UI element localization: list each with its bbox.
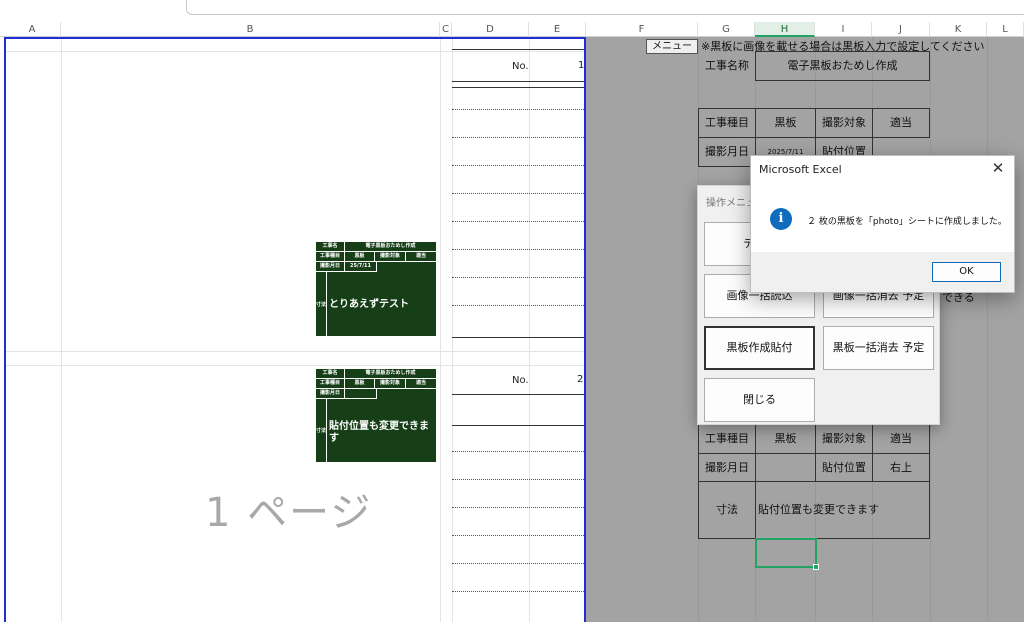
dialog-footer: OK	[751, 252, 1014, 292]
column-header-d[interactable]: D	[452, 22, 529, 37]
gridline	[61, 39, 62, 622]
fill-handle[interactable]	[813, 564, 819, 570]
board-cell: 適当	[405, 251, 436, 262]
board-detail-text: とりあえずテスト	[329, 299, 409, 310]
photo-no-value: 1	[578, 60, 585, 71]
row-rule	[452, 479, 584, 480]
dialog-title: Microsoft Excel	[759, 163, 842, 176]
column-header-i[interactable]: I	[815, 22, 872, 37]
settings-cell[interactable]: 適当	[872, 108, 930, 138]
row-rule	[452, 49, 584, 50]
row-rule	[452, 137, 584, 138]
settings-cell[interactable]	[755, 453, 816, 482]
row-rule	[452, 451, 584, 452]
row-rule	[452, 535, 584, 536]
page-break-watermark: 1 ページ	[205, 490, 373, 536]
board-create-button[interactable]: 黒板作成貼付	[704, 326, 815, 370]
close-form-button[interactable]: 閉じる	[704, 378, 815, 422]
column-header-k[interactable]: K	[930, 22, 987, 37]
column-header-h[interactable]: H	[755, 22, 815, 37]
column-header-j[interactable]: J	[872, 22, 930, 37]
excel-window: A B C D E F G H I J K L No. 1 No. 2 工事名 …	[0, 0, 1024, 622]
settings-cell[interactable]: 撮影月日	[698, 453, 756, 482]
settings-cell[interactable]: 撮影対象	[815, 108, 873, 138]
formula-bar[interactable]	[186, 0, 1024, 15]
settings-cell[interactable]: 撮影対象	[815, 424, 873, 454]
info-icon: i	[770, 208, 792, 230]
project-value[interactable]: 電子黒板おためし作成	[755, 51, 930, 81]
row-rule	[452, 394, 584, 395]
row-rule	[452, 165, 584, 166]
blackboard[interactable]: 工事名 電子黒板おためし作成 工事種目 黒板 撮影対象 適当 撮影月日 寸法 貼…	[314, 367, 437, 463]
row-rule	[452, 591, 584, 592]
row-rule	[452, 337, 584, 338]
column-header-c[interactable]: C	[440, 22, 452, 37]
row-rule	[452, 109, 584, 110]
board-cell: 寸法	[315, 398, 327, 462]
row-rule	[452, 193, 584, 194]
column-header-f[interactable]: F	[586, 22, 698, 37]
selected-cell[interactable]	[755, 538, 817, 568]
message-dialog: Microsoft Excel ✕ i ２ 枚の黒板を「photo」シートに作成…	[750, 155, 1015, 293]
dialog-message: ２ 枚の黒板を「photo」シートに作成しました。	[807, 217, 1007, 227]
row-rule	[452, 221, 584, 222]
settings-cell[interactable]: 寸法	[698, 481, 756, 539]
column-header: A B C D E F G H I J K L	[0, 22, 1024, 37]
row-rule	[452, 425, 584, 426]
gridline	[6, 351, 584, 352]
gridline	[6, 51, 584, 52]
row-rule	[452, 507, 584, 508]
board-cell: 25/7/11	[344, 261, 377, 272]
column-header-a[interactable]: A	[4, 22, 61, 37]
settings-cell[interactable]: 撮影月日	[698, 137, 756, 167]
photo-no-label: No.	[512, 375, 529, 386]
board-clear-button[interactable]: 黒板一括消去 予定	[823, 326, 934, 370]
settings-cell[interactable]: 適当	[872, 424, 930, 454]
row-rule	[452, 563, 584, 564]
ok-button[interactable]: OK	[932, 262, 1001, 282]
settings-cell[interactable]: 黒板	[755, 424, 816, 454]
photo-no-value: 2	[577, 374, 584, 385]
board-cell	[344, 388, 377, 399]
board-cell: 撮影対象	[374, 378, 406, 389]
settings-cell[interactable]: 工事種目	[698, 108, 756, 138]
row-rule	[452, 277, 584, 278]
settings-cell[interactable]: 黒板	[755, 108, 816, 138]
row-rule	[452, 81, 584, 82]
column-header-e[interactable]: E	[529, 22, 586, 37]
board-cell: 寸法	[315, 271, 327, 336]
project-label[interactable]: 工事名称	[698, 51, 756, 81]
column-header-l[interactable]: L	[987, 22, 1024, 37]
blackboard[interactable]: 工事名 電子黒板おためし作成 工事種目 黒板 撮影対象 適当 撮影月日 25/7…	[314, 240, 437, 337]
close-icon[interactable]: ✕	[990, 159, 1006, 177]
photo-no-label: No.	[512, 61, 529, 72]
column-header-b[interactable]: B	[61, 22, 440, 37]
row-rule	[452, 249, 584, 250]
board-detail-text: 貼付位置も変更できます	[329, 421, 429, 444]
settings-cell[interactable]: 貼付位置も変更できます	[755, 481, 930, 539]
row-rule	[452, 87, 584, 88]
gridline	[987, 37, 988, 622]
row-rule	[452, 305, 584, 306]
column-header-g[interactable]: G	[698, 22, 755, 37]
gridline	[440, 39, 441, 622]
settings-cell[interactable]: 右上	[872, 453, 930, 482]
board-cell: 撮影対象	[374, 251, 406, 262]
settings-cell[interactable]: 工事種目	[698, 424, 756, 454]
settings-cell[interactable]: 貼付位置	[815, 453, 873, 482]
menu-button[interactable]: メニュー	[646, 39, 698, 54]
board-cell: 適当	[405, 378, 436, 389]
gridline	[6, 365, 584, 366]
